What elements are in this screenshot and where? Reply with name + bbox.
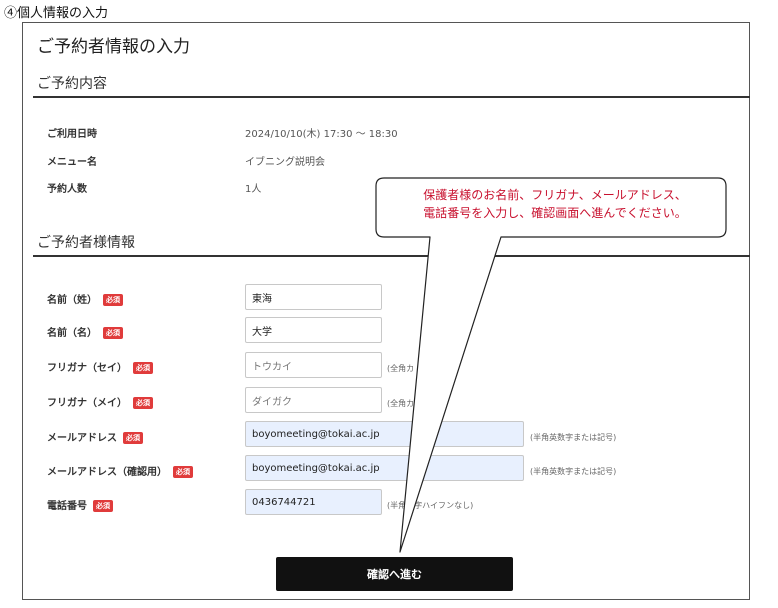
- callout-line-1: 保護者様のお名前、フリガナ、メールアドレス、: [423, 188, 687, 202]
- callout-line-2: 電話番号を入力し、確認画面へ進んでください。: [423, 206, 687, 220]
- callout-text: 保護者様のお名前、フリガナ、メールアドレス、 電話番号を入力し、確認画面へ進んで…: [380, 186, 730, 222]
- callout-bubble: [375, 177, 727, 553]
